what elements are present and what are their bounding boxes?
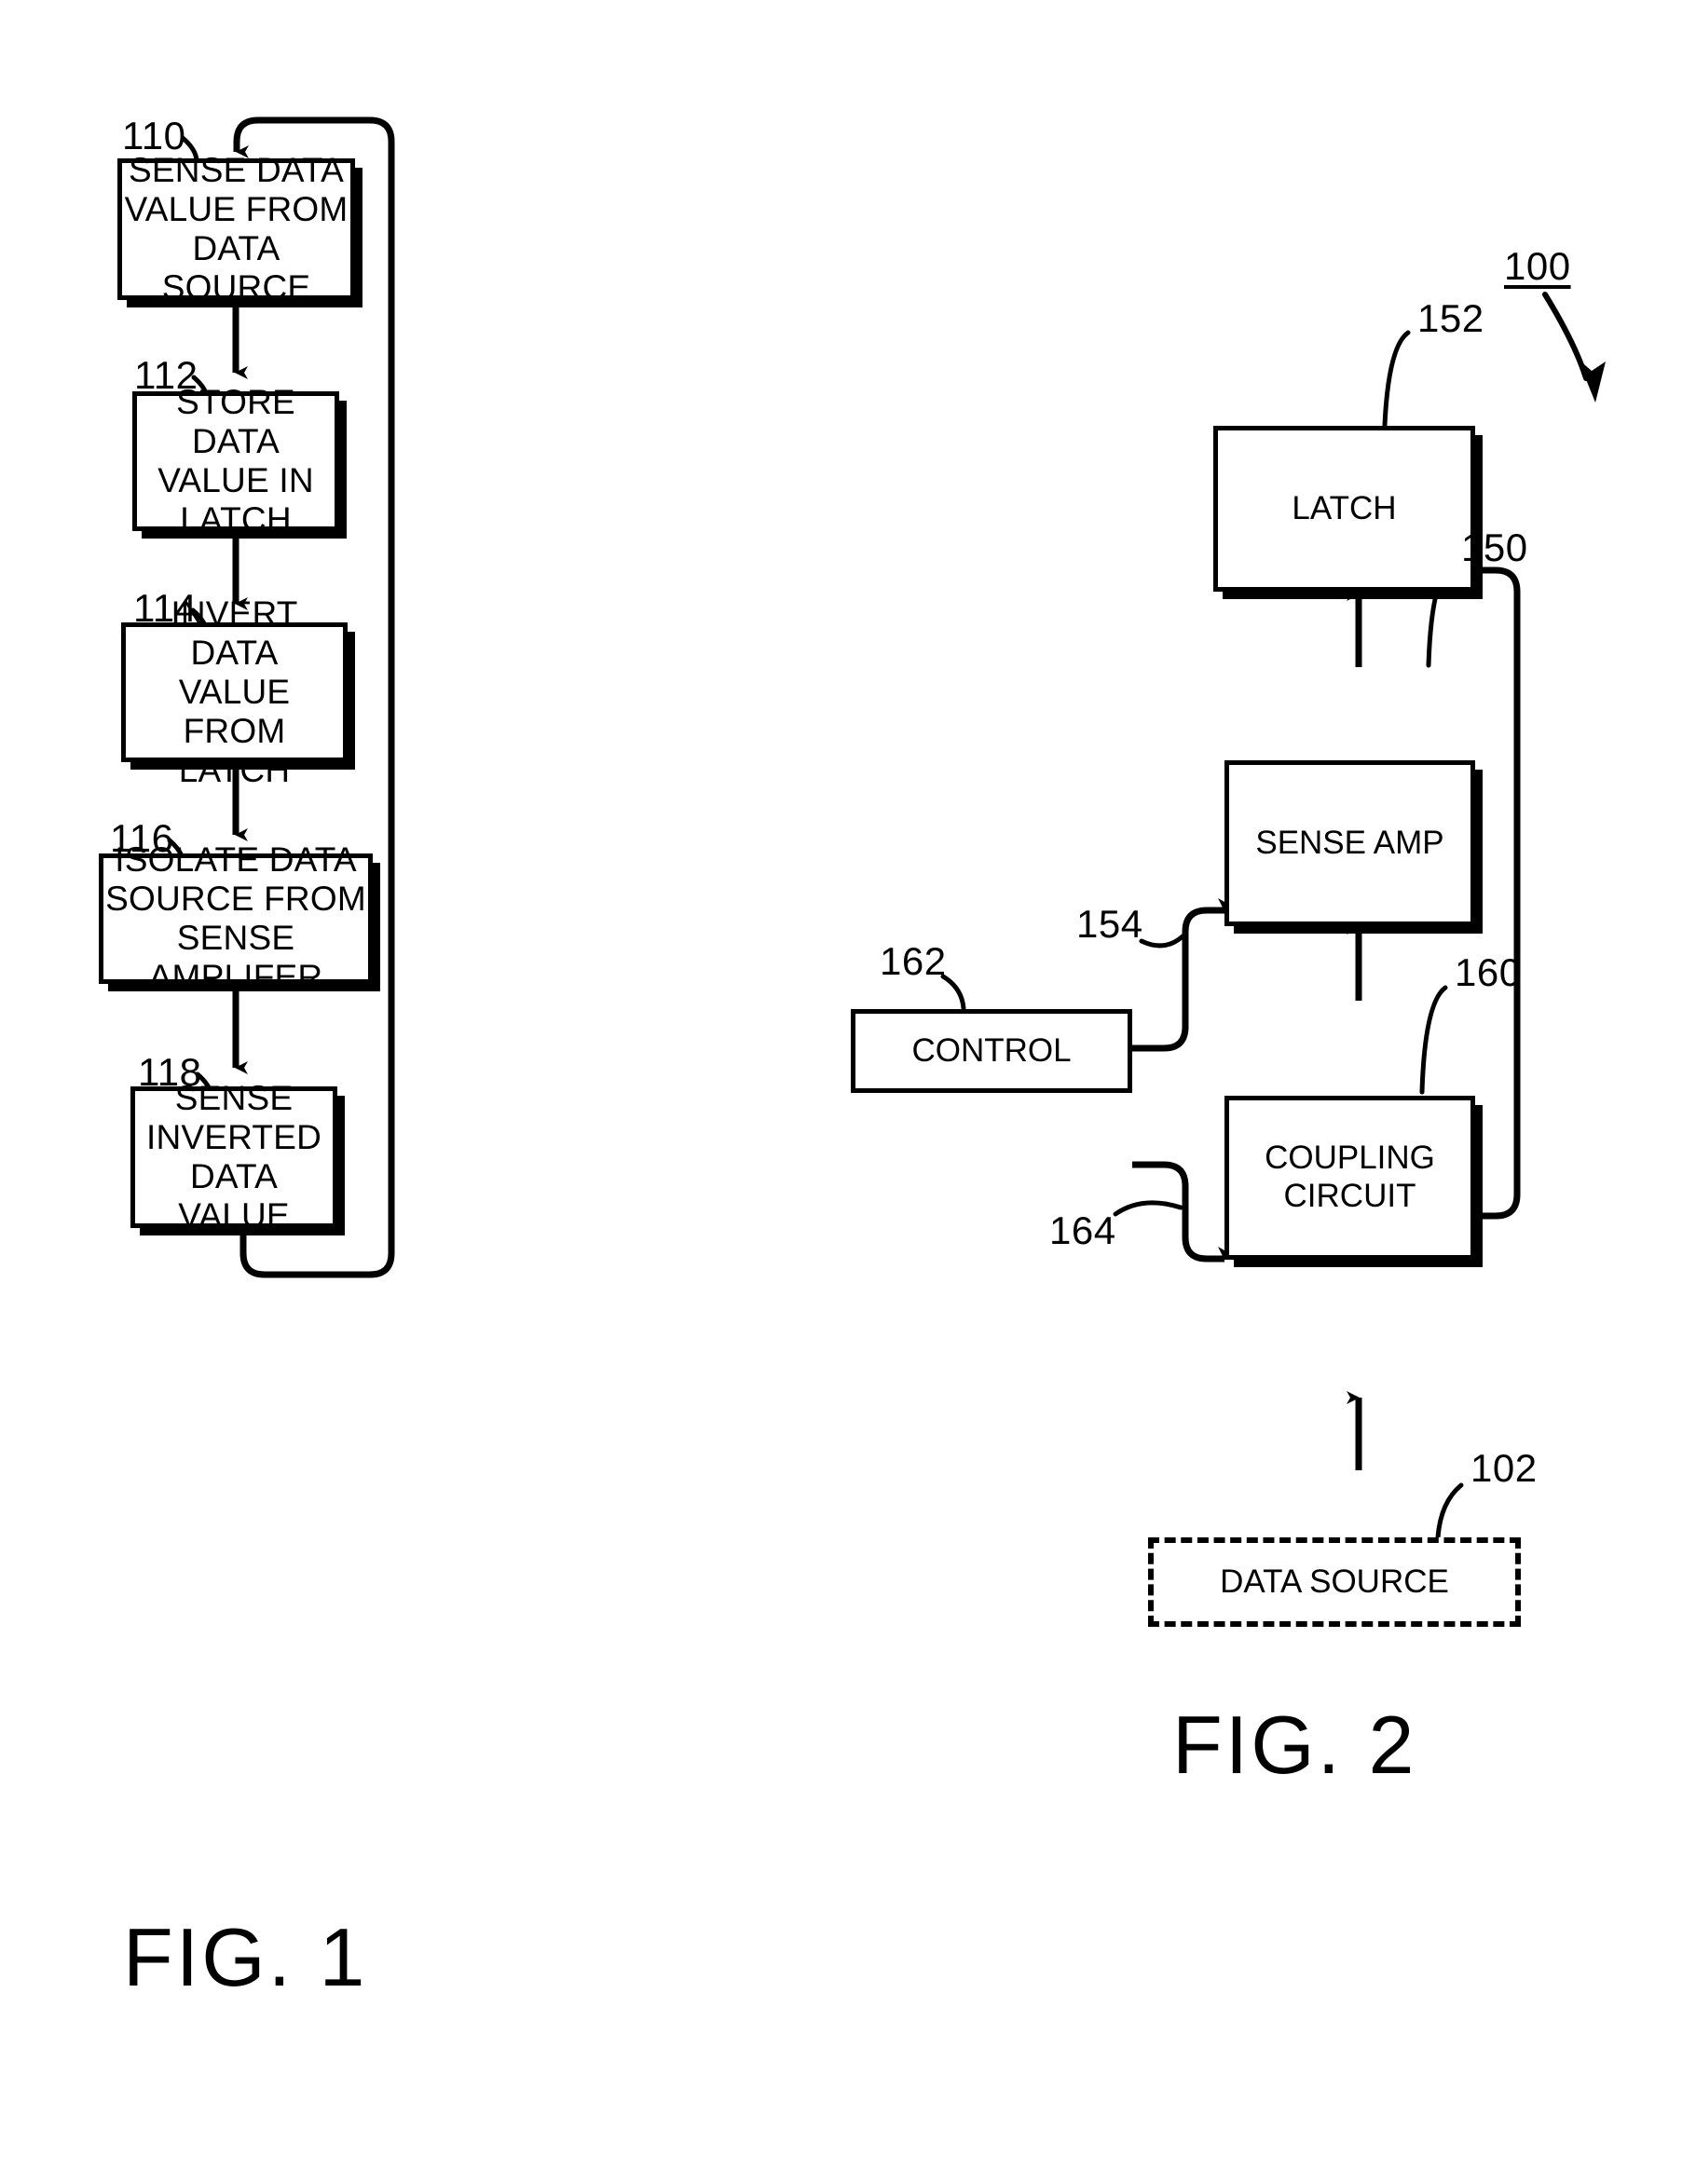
ref-numeral-152: 152 (1417, 296, 1484, 340)
block-data-source-label: DATA SOURCE (1220, 1563, 1449, 1600)
ref-numeral-150: 150 (1461, 526, 1528, 569)
ref-numeral-164: 164 (1049, 1208, 1116, 1252)
flow-step-116: ISOLATE DATA SOURCE FROM SENSE AMPLIFER (99, 840, 373, 996)
flow-step-112-label: STORE DATA VALUE IN LATCH (157, 382, 314, 539)
block-control-label: CONTROL (911, 1031, 1072, 1069)
ref-numeral-114: 114 (133, 586, 198, 630)
ref-numeral-100: 100 (1504, 244, 1571, 288)
ref-numeral-112: 112 (134, 353, 198, 397)
ref-numeral-102: 102 (1470, 1446, 1538, 1490)
block-latch-label: LATCH (1292, 489, 1397, 526)
block-coupling-circuit-label: COUPLING CIRCUIT (1265, 1140, 1435, 1214)
block-coupling-circuit: COUPLING CIRCUIT (1224, 1096, 1475, 1260)
flow-step-114: INVERT DATA VALUE FROM LATCH (121, 594, 348, 789)
figure1-caption: FIG. 1 (123, 1911, 368, 2003)
flow-step-116-label: ISOLATE DATA SOURCE FROM SENSE AMPLIFER (105, 839, 366, 997)
patent-drawing-sheet: SENSE DATA VALUE FROM DATA SOURCE STORE … (0, 0, 1696, 2184)
ref-numeral-162: 162 (880, 939, 947, 983)
block-latch: LATCH (1213, 426, 1475, 592)
ref-numeral-160: 160 (1455, 950, 1522, 994)
flow-step-118-label: SENSE INVERTED DATA VALUE (145, 1078, 321, 1235)
block-data-source: DATA SOURCE (1148, 1537, 1521, 1627)
figure2-caption: FIG. 2 (1172, 1699, 1417, 1791)
flow-step-110-label: SENSE DATA VALUE FROM DATA SOURCE (124, 150, 349, 307)
ref-numeral-116: 116 (110, 816, 174, 860)
flow-step-112: STORE DATA VALUE IN LATCH (132, 383, 339, 539)
ref-numeral-118: 118 (138, 1050, 202, 1094)
block-sense-amp-label: SENSE AMP (1255, 824, 1444, 861)
flow-step-110: SENSE DATA VALUE FROM DATA SOURCE (117, 151, 355, 307)
block-sense-amp: SENSE AMP (1224, 760, 1475, 926)
ref-numeral-110: 110 (122, 114, 186, 157)
flow-step-118: SENSE INVERTED DATA VALUE (130, 1079, 337, 1235)
block-control: CONTROL (851, 1009, 1132, 1093)
ref-numeral-154: 154 (1076, 902, 1143, 946)
